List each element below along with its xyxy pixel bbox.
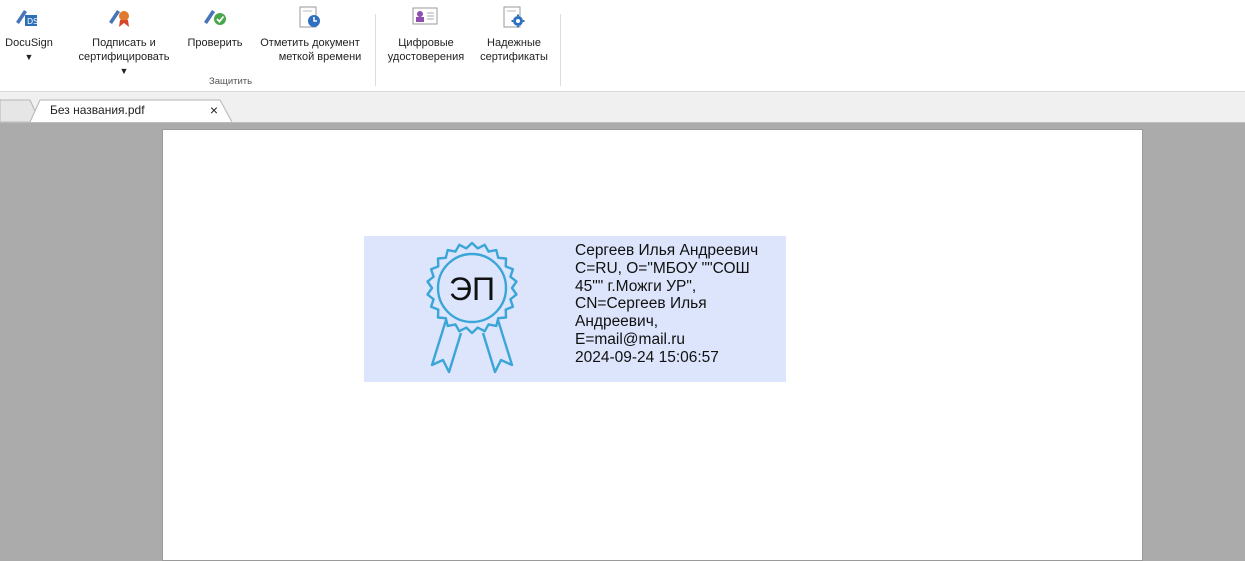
ribbon-separator — [560, 14, 561, 86]
docusign-label: DocuSign — [5, 37, 53, 49]
protect-group-label: Защитить — [209, 76, 253, 87]
sign-certify-label-2: сертифицировать — [78, 51, 170, 63]
docusign-icon: DS — [16, 10, 38, 26]
signature-email: E=mail@mail.ru — [575, 330, 686, 348]
signature-detail-line: CN=Сергеев Илья — [575, 295, 707, 313]
trusted-certs-label-1: Надежные — [487, 37, 541, 49]
chevron-down-icon: ▼ — [119, 66, 129, 76]
timestamp-label-2: меткой времени — [278, 51, 362, 63]
document-tab-strip: Без названия.pdf × — [0, 92, 1245, 123]
signature-detail-line: 45"" г.Можги УР", — [575, 277, 697, 295]
ribbon-separator — [375, 14, 376, 86]
trusted-certs-label-2: сертификаты — [480, 51, 548, 63]
svg-text:DS: DS — [27, 17, 38, 26]
signature-timestamp: 2024-09-24 15:06:57 — [575, 348, 719, 366]
chevron-down-icon: ▼ — [24, 52, 34, 62]
timestamp-label-1: Отметить документ — [260, 37, 360, 49]
seal-icon: ЭП — [426, 241, 518, 374]
timestamp-icon — [299, 6, 320, 28]
signature-stamp[interactable]: ЭП Сергеев Илья Андреевич C=RU, O="МБОУ … — [364, 236, 786, 382]
close-icon[interactable]: × — [206, 102, 222, 118]
tab-title: Без названия.pdf — [50, 103, 145, 117]
pdf-page: ЭП Сергеев Илья Андреевич C=RU, O="МБОУ … — [162, 129, 1143, 561]
signature-details: Сергеев Илья Андреевич C=RU, O="МБОУ ""С… — [575, 242, 790, 367]
signature-detail-line: Андреевич, — [575, 313, 659, 331]
ribbon-toolbar: DS DocuSign ▼ Подписать и сертифицироват… — [0, 0, 1245, 92]
sign-certify-label-1: Подписать и — [92, 37, 156, 49]
signer-name: Сергеев Илья Андреевич — [575, 242, 759, 259]
digital-ids-label-1: Цифровые — [398, 37, 454, 49]
digital-id-icon — [412, 7, 438, 25]
seal-text: ЭП — [449, 271, 495, 307]
verify-icon — [204, 10, 226, 25]
verify-label: Проверить — [187, 37, 243, 49]
signature-detail-line: C=RU, O="МБОУ ""СОШ — [575, 259, 750, 277]
trusted-certificate-icon — [503, 6, 525, 28]
sign-certify-icon — [109, 10, 129, 27]
digital-ids-label-2: удостоверения — [387, 51, 465, 63]
